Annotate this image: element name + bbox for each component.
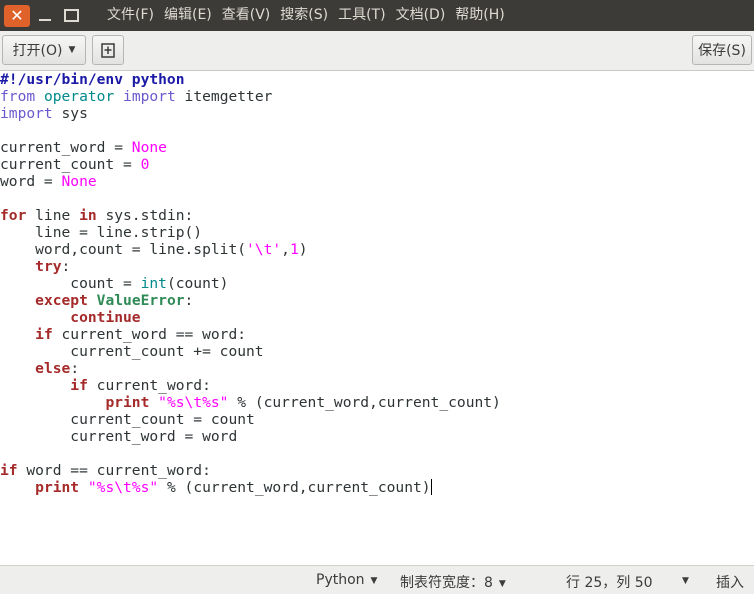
code-line[interactable]: else: bbox=[0, 360, 501, 377]
code-line[interactable]: current_count = 0 bbox=[0, 156, 501, 173]
position-dropdown[interactable]: ▼ bbox=[682, 572, 689, 588]
open-button[interactable]: 打开(O) ▼ bbox=[2, 35, 86, 65]
code-line[interactable]: line = line.strip() bbox=[0, 224, 501, 241]
menu-list: 文件(F) 编辑(E) 查看(V) 搜索(S) 工具(T) 文档(D) 帮助(H… bbox=[102, 0, 510, 31]
menu-documents[interactable]: 文档(D) bbox=[391, 0, 451, 31]
menu-file[interactable]: 文件(F) bbox=[102, 0, 159, 31]
chevron-down-icon: ▼ bbox=[68, 45, 76, 55]
code-line[interactable]: for line in sys.stdin: bbox=[0, 207, 501, 224]
code-line[interactable]: current_count += count bbox=[0, 343, 501, 360]
code-line[interactable]: word = None bbox=[0, 173, 501, 190]
text-editor[interactable]: #!/usr/bin/env python from operator impor… bbox=[0, 71, 754, 565]
code-line[interactable]: print "%s\t%s" % (current_word,current_c… bbox=[0, 394, 500, 411]
toolbar: 打开(O) ▼ 保存(S) bbox=[0, 31, 754, 71]
code-line[interactable]: #!/usr/bin/env python bbox=[0, 71, 501, 88]
open-button-label: 打开(O) bbox=[12, 43, 63, 59]
text-cursor bbox=[430, 479, 432, 495]
code-line[interactable] bbox=[0, 122, 501, 139]
insert-mode[interactable]: 插入 bbox=[716, 572, 744, 592]
new-document-icon bbox=[101, 43, 115, 58]
save-button[interactable]: 保存(S) bbox=[692, 35, 752, 65]
status-bar: Python ▼ 制表符宽度：8 ▼ 行 25，列 50 ▼ 插入 bbox=[0, 565, 754, 594]
code-line[interactable]: from operator import itemgetter bbox=[0, 88, 501, 105]
language-label: Python bbox=[316, 572, 365, 588]
code-line[interactable]: word,count = line.split('\t',1) bbox=[0, 241, 501, 258]
code-line[interactable] bbox=[0, 445, 501, 462]
code-line[interactable]: if current_word == word: bbox=[0, 326, 501, 343]
code-view[interactable]: #!/usr/bin/env python from operator impor… bbox=[0, 71, 501, 496]
language-selector[interactable]: Python ▼ bbox=[316, 572, 377, 588]
save-button-label: 保存(S) bbox=[698, 43, 746, 59]
cursor-position: 行 25，列 50 bbox=[566, 575, 653, 591]
code-line[interactable] bbox=[0, 190, 501, 207]
tab-width-selector[interactable]: 制表符宽度：8 ▼ bbox=[400, 572, 506, 592]
code-line[interactable]: if word == current_word: bbox=[0, 462, 501, 479]
code-line[interactable]: print "%s\t%s" % (current_word,current_c… bbox=[0, 479, 501, 496]
code-line[interactable]: count = int(count) bbox=[0, 275, 501, 292]
code-line[interactable]: current_count = count bbox=[0, 411, 501, 428]
menu-search[interactable]: 搜索(S) bbox=[275, 0, 333, 31]
menu-tools[interactable]: 工具(T) bbox=[333, 0, 390, 31]
code-line[interactable]: try: bbox=[0, 258, 501, 275]
menu-bar: ✕ 文件(F) 编辑(E) 查看(V) 搜索(S) 工具(T) 文档(D) 帮助… bbox=[0, 0, 754, 31]
maximize-icon[interactable] bbox=[60, 5, 82, 27]
menu-view[interactable]: 查看(V) bbox=[217, 0, 276, 31]
close-icon[interactable]: ✕ bbox=[4, 4, 30, 27]
code-line[interactable]: current_word = None bbox=[0, 139, 501, 156]
code-line[interactable]: if current_word: bbox=[0, 377, 501, 394]
code-line[interactable]: import sys bbox=[0, 105, 501, 122]
menu-edit[interactable]: 编辑(E) bbox=[159, 0, 217, 31]
chevron-down-icon: ▼ bbox=[682, 576, 689, 586]
menu-help[interactable]: 帮助(H) bbox=[450, 0, 509, 31]
code-line[interactable]: continue bbox=[0, 309, 501, 326]
code-line[interactable]: except ValueError: bbox=[0, 292, 501, 309]
tab-width-label: 制表符宽度：8 bbox=[400, 575, 493, 591]
code-line[interactable]: current_word = word bbox=[0, 428, 501, 445]
new-document-button[interactable] bbox=[92, 35, 124, 65]
chevron-down-icon: ▼ bbox=[498, 579, 506, 589]
chevron-down-icon: ▼ bbox=[370, 576, 378, 586]
minimize-icon[interactable] bbox=[34, 5, 56, 27]
